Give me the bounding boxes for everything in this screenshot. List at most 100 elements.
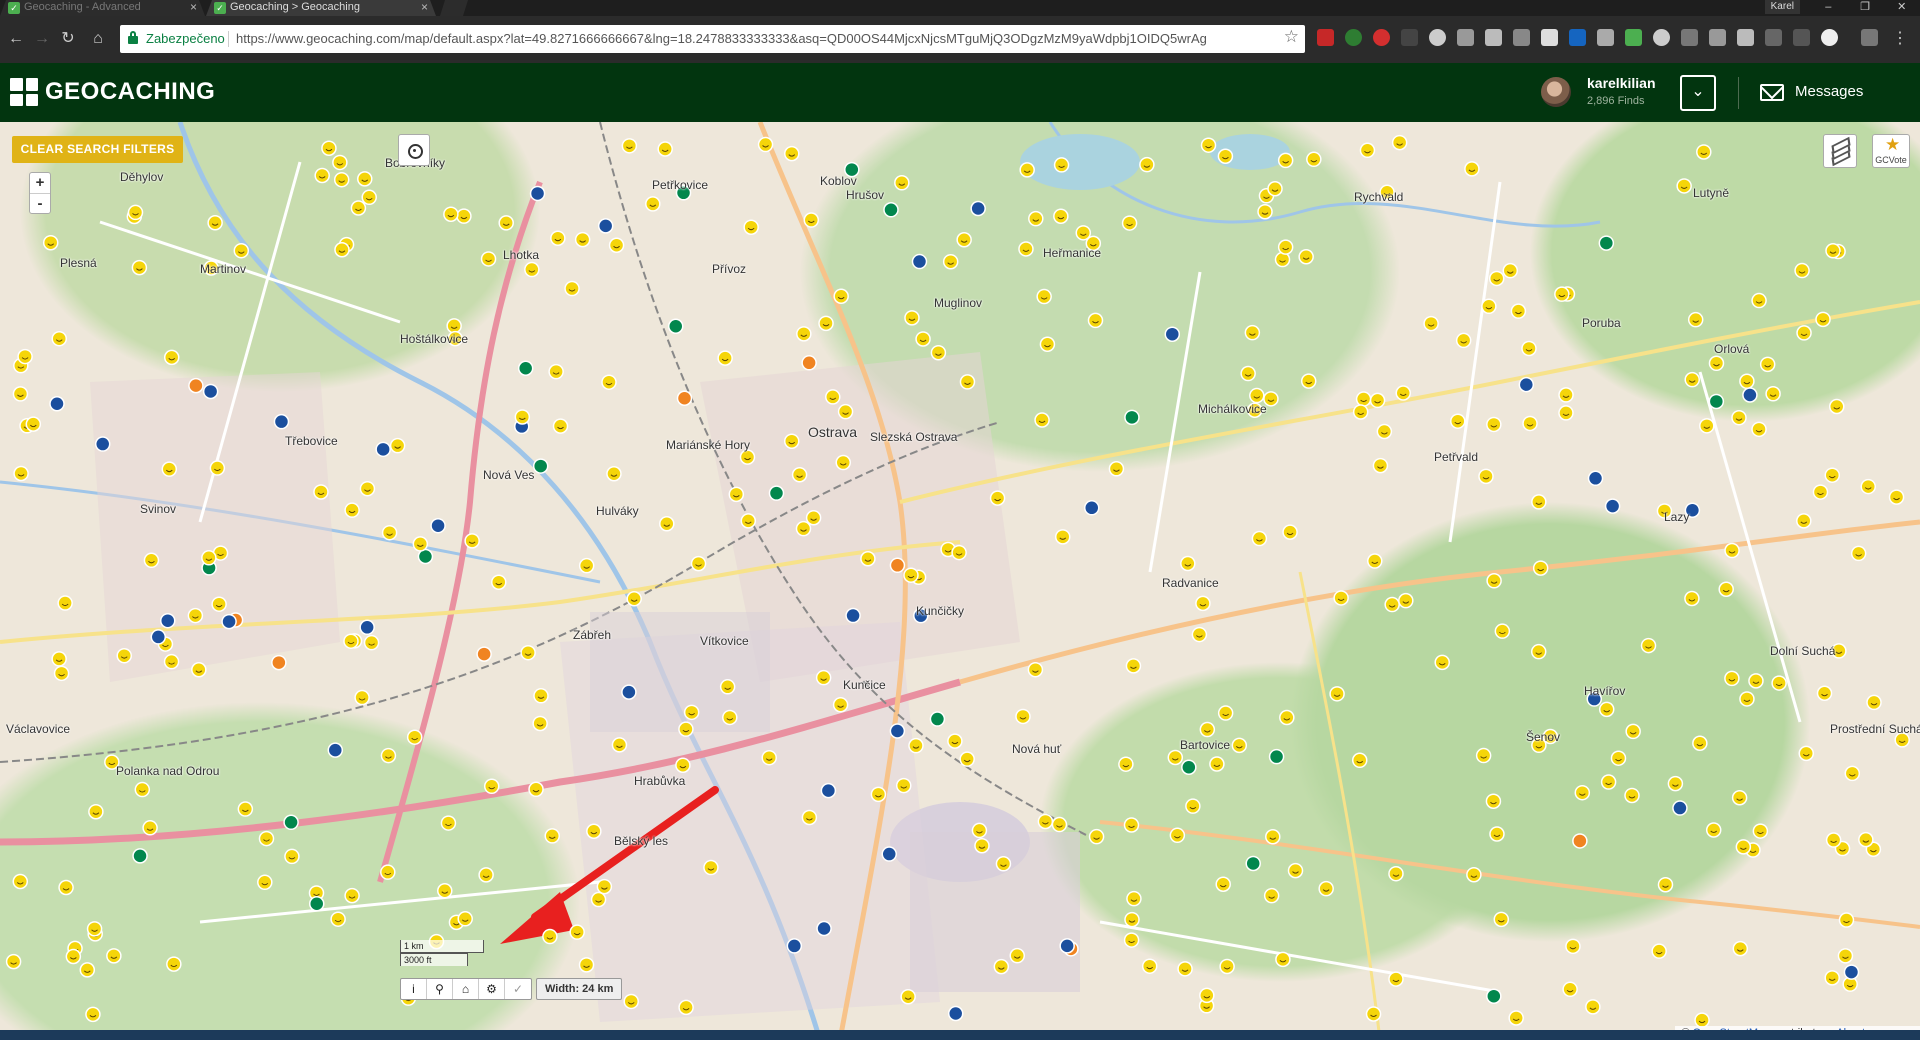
found-cache-smiley-icon[interactable]: [1388, 971, 1404, 987]
extension-icon[interactable]: [1625, 29, 1642, 46]
found-cache-smiley-icon[interactable]: [1219, 958, 1235, 975]
found-cache-smiley-icon[interactable]: [1752, 823, 1769, 839]
found-cache-smiley-icon[interactable]: [1724, 542, 1740, 559]
found-cache-smiley-icon[interactable]: [1558, 387, 1574, 403]
found-cache-smiley-icon[interactable]: [1267, 181, 1283, 197]
found-cache-smiley-icon[interactable]: [1731, 409, 1747, 426]
found-cache-smiley-icon[interactable]: [211, 596, 227, 612]
found-cache-smiley-icon[interactable]: [1532, 560, 1549, 576]
found-cache-smiley-icon[interactable]: [796, 326, 812, 342]
found-cache-smiley-icon[interactable]: [1610, 750, 1627, 766]
found-cache-smiley-icon[interactable]: [1824, 467, 1841, 483]
avatar[interactable]: [1541, 77, 1571, 107]
found-cache-smiley-icon[interactable]: [51, 330, 67, 347]
found-cache-smiley-icon[interactable]: [1699, 418, 1715, 434]
found-cache-smiley-icon[interactable]: [514, 409, 531, 425]
found-cache-smiley-icon[interactable]: [717, 350, 733, 366]
traditional-cache-icon[interactable]: [883, 202, 899, 218]
mystery-cache-icon[interactable]: [621, 684, 637, 700]
found-cache-smiley-icon[interactable]: [58, 879, 74, 896]
found-cache-smiley-icon[interactable]: [491, 574, 507, 590]
found-cache-smiley-icon[interactable]: [1039, 336, 1056, 353]
minimize-icon[interactable]: –: [1810, 0, 1847, 16]
found-cache-smiley-icon[interactable]: [1108, 461, 1125, 477]
found-cache-smiley-icon[interactable]: [532, 715, 548, 732]
multi-cache-icon[interactable]: [271, 654, 287, 671]
found-cache-smiley-icon[interactable]: [1748, 673, 1764, 689]
found-cache-smiley-icon[interactable]: [1231, 737, 1248, 754]
found-cache-smiley-icon[interactable]: [1574, 784, 1591, 801]
found-cache-smiley-icon[interactable]: [951, 544, 967, 561]
found-cache-smiley-icon[interactable]: [1009, 947, 1025, 964]
found-cache-smiley-icon[interactable]: [1209, 756, 1225, 772]
found-cache-smiley-icon[interactable]: [1053, 157, 1070, 173]
mystery-cache-icon[interactable]: [159, 612, 176, 629]
found-cache-smiley-icon[interactable]: [740, 513, 757, 529]
found-cache-smiley-icon[interactable]: [1765, 386, 1781, 402]
found-cache-smiley-icon[interactable]: [1667, 775, 1684, 792]
found-cache-smiley-icon[interactable]: [134, 781, 151, 798]
mystery-cache-icon[interactable]: [597, 218, 614, 234]
found-cache-smiley-icon[interactable]: [757, 136, 774, 153]
extension-icon[interactable]: [1373, 29, 1390, 46]
extension-icon[interactable]: [1457, 29, 1474, 46]
found-cache-smiley-icon[interactable]: [552, 418, 569, 434]
found-cache-smiley-icon[interactable]: [12, 873, 29, 890]
found-cache-smiley-icon[interactable]: [1751, 421, 1767, 438]
multi-cache-icon[interactable]: [1572, 833, 1588, 849]
found-cache-smiley-icon[interactable]: [1585, 999, 1601, 1015]
found-cache-smiley-icon[interactable]: [166, 956, 182, 972]
mystery-cache-icon[interactable]: [816, 920, 832, 937]
mystery-cache-icon[interactable]: [359, 619, 375, 636]
mystery-cache-icon[interactable]: [889, 723, 906, 739]
found-cache-smiley-icon[interactable]: [1391, 134, 1408, 151]
found-cache-smiley-icon[interactable]: [1036, 288, 1052, 305]
found-cache-smiley-icon[interactable]: [621, 138, 638, 154]
mystery-cache-icon[interactable]: [150, 629, 167, 645]
found-cache-smiley-icon[interactable]: [1739, 691, 1755, 707]
extension-icon[interactable]: [1345, 29, 1362, 46]
mystery-cache-icon[interactable]: [881, 846, 897, 862]
found-cache-smiley-icon[interactable]: [1598, 701, 1615, 718]
pin-icon[interactable]: ⚲: [427, 979, 453, 999]
found-cache-smiley-icon[interactable]: [1739, 373, 1755, 390]
found-cache-smiley-icon[interactable]: [1844, 765, 1861, 782]
found-cache-smiley-icon[interactable]: [942, 253, 959, 270]
geocaching-logo[interactable]: GEOCACHING: [10, 75, 215, 109]
found-cache-smiley-icon[interactable]: [457, 911, 473, 927]
found-cache-smiley-icon[interactable]: [343, 633, 359, 649]
found-cache-smiley-icon[interactable]: [908, 737, 924, 754]
found-cache-smiley-icon[interactable]: [860, 550, 876, 567]
extension-icon[interactable]: [1653, 29, 1670, 46]
found-cache-smiley-icon[interactable]: [578, 557, 595, 574]
close-tab-icon[interactable]: ×: [190, 0, 197, 15]
mystery-cache-icon[interactable]: [49, 395, 65, 412]
found-cache-smiley-icon[interactable]: [611, 737, 628, 753]
found-cache-smiley-icon[interactable]: [590, 891, 607, 908]
found-cache-smiley-icon[interactable]: [956, 232, 972, 248]
found-cache-smiley-icon[interactable]: [1812, 484, 1829, 500]
found-cache-smiley-icon[interactable]: [1118, 756, 1134, 772]
found-cache-smiley-icon[interactable]: [1249, 387, 1265, 404]
found-cache-smiley-icon[interactable]: [1825, 832, 1842, 848]
found-cache-smiley-icon[interactable]: [1486, 573, 1502, 589]
found-cache-smiley-icon[interactable]: [675, 757, 691, 773]
found-cache-smiley-icon[interactable]: [586, 823, 602, 840]
found-cache-smiley-icon[interactable]: [1367, 553, 1383, 569]
zoom-in-button[interactable]: +: [30, 173, 50, 193]
reload-icon[interactable]: ↻: [58, 29, 78, 49]
mystery-cache-icon[interactable]: [970, 200, 986, 217]
found-cache-smiley-icon[interactable]: [1191, 626, 1208, 643]
traditional-cache-icon[interactable]: [283, 814, 299, 831]
found-cache-smiley-icon[interactable]: [1384, 596, 1400, 613]
found-cache-smiley-icon[interactable]: [1494, 623, 1511, 639]
maximize-icon[interactable]: ❐: [1847, 0, 1884, 16]
found-cache-smiley-icon[interactable]: [1169, 827, 1186, 844]
found-cache-smiley-icon[interactable]: [330, 911, 346, 927]
found-cache-smiley-icon[interactable]: [1837, 948, 1854, 964]
found-cache-smiley-icon[interactable]: [1796, 513, 1812, 529]
extension-icon[interactable]: [1401, 29, 1418, 46]
mystery-cache-icon[interactable]: [375, 441, 391, 458]
extension-icon[interactable]: [1597, 29, 1614, 46]
found-cache-smiley-icon[interactable]: [1858, 831, 1874, 848]
